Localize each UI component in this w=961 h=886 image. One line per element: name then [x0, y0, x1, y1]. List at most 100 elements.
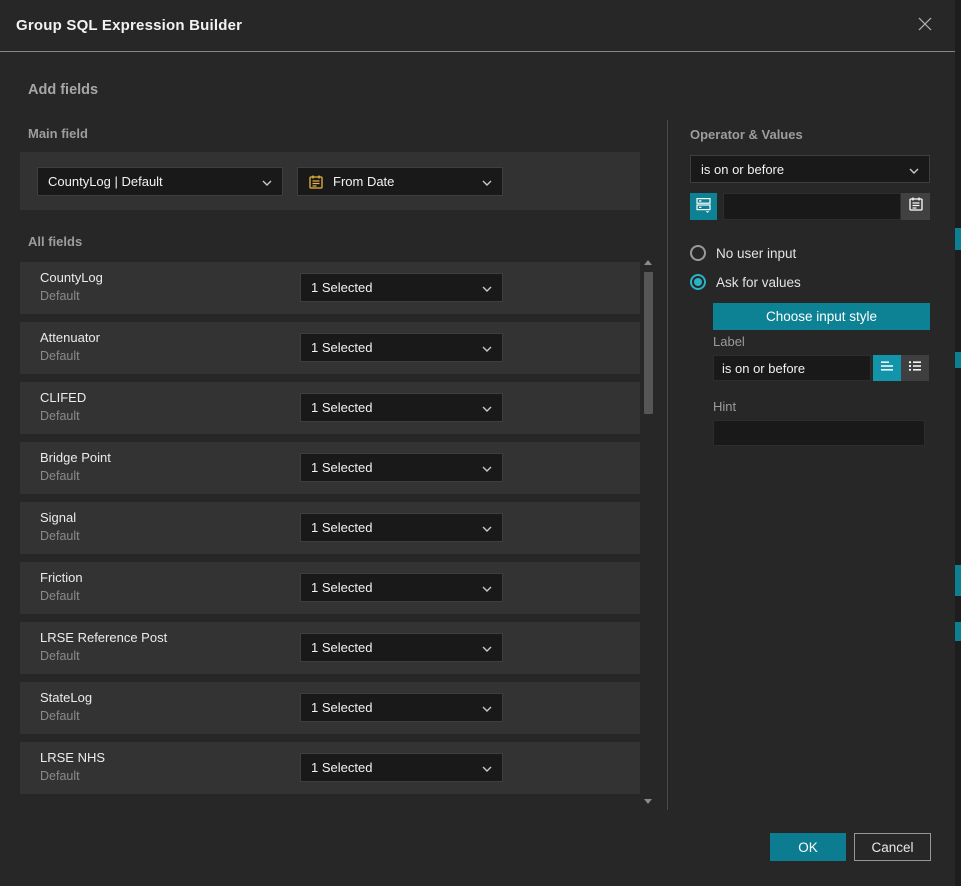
radio-label: No user input [716, 246, 796, 261]
radio-no-user-input[interactable]: No user input [690, 245, 796, 261]
chevron-down-icon [482, 280, 492, 295]
scrollbar-thumb[interactable] [644, 272, 653, 414]
field-subtitle: Default [40, 529, 80, 543]
field-name: Bridge Point [40, 450, 111, 465]
layer-select[interactable]: CountyLog | Default [37, 167, 283, 196]
close-icon [915, 14, 935, 39]
field-row-signal: Signal Default 1 Selected [20, 502, 640, 554]
choose-input-style-button[interactable]: Choose input style [713, 303, 930, 330]
background-accent-sliver [955, 622, 961, 641]
all-fields-label: All fields [28, 234, 82, 249]
field-name: CLIFED [40, 390, 86, 405]
add-fields-heading: Add fields [28, 82, 98, 98]
field-subtitle: Default [40, 649, 80, 663]
field-selection-dropdown[interactable]: 1 Selected [300, 333, 503, 362]
scroll-up-arrow-icon[interactable] [644, 260, 652, 265]
field-selection-dropdown[interactable]: 1 Selected [300, 513, 503, 542]
ok-button[interactable]: OK [770, 833, 846, 861]
chevron-down-icon [482, 700, 492, 715]
chevron-down-icon [262, 174, 272, 189]
cancel-button[interactable]: Cancel [854, 833, 931, 861]
chevron-down-icon [482, 580, 492, 595]
chevron-down-icon [482, 340, 492, 355]
value-input-type-button[interactable] [690, 193, 717, 220]
close-button[interactable] [912, 13, 938, 39]
field-row-countylog: CountyLog Default 1 Selected [20, 262, 640, 314]
field-selection-value: 1 Selected [311, 460, 476, 475]
field-subtitle: Default [40, 469, 80, 483]
field-subtitle: Default [40, 289, 80, 303]
field-selection-value: 1 Selected [311, 280, 476, 295]
label-input[interactable] [713, 355, 871, 381]
single-line-style-button[interactable] [873, 355, 901, 381]
calendar-icon [908, 196, 924, 217]
value-input[interactable] [723, 193, 901, 220]
field-selection-value: 1 Selected [311, 400, 476, 415]
field-selection-dropdown[interactable]: 1 Selected [300, 273, 503, 302]
field-selection-value: 1 Selected [311, 700, 476, 715]
radio-circle[interactable] [690, 245, 706, 261]
stacked-input-rows-icon [695, 196, 712, 218]
background-app-edge [955, 0, 961, 886]
hint-caption: Hint [713, 399, 736, 414]
field-subtitle: Default [40, 589, 80, 603]
background-accent-sliver [955, 228, 961, 250]
main-field-select-value: From Date [333, 174, 476, 189]
layer-select-value: CountyLog | Default [48, 174, 256, 189]
field-selection-dropdown[interactable]: 1 Selected [300, 693, 503, 722]
field-selection-value: 1 Selected [311, 580, 476, 595]
field-subtitle: Default [40, 709, 80, 723]
align-left-icon [879, 358, 895, 379]
chevron-down-icon [909, 162, 919, 177]
field-selection-dropdown[interactable]: 1 Selected [300, 633, 503, 662]
bulleted-list-icon [907, 358, 923, 379]
chevron-down-icon [482, 460, 492, 475]
field-subtitle: Default [40, 409, 80, 423]
field-name: StateLog [40, 690, 92, 705]
vertical-divider [667, 120, 668, 810]
field-row-lrse-nhs: LRSE NHS Default 1 Selected [20, 742, 640, 794]
operator-values-heading: Operator & Values [690, 127, 803, 142]
chevron-down-icon [482, 174, 492, 189]
chevron-down-icon [482, 400, 492, 415]
field-row-attenuator: Attenuator Default 1 Selected [20, 322, 640, 374]
main-field-select[interactable]: From Date [297, 167, 503, 196]
label-caption: Label [713, 334, 745, 349]
field-selection-dropdown[interactable]: 1 Selected [300, 573, 503, 602]
date-picker-button[interactable] [901, 193, 930, 220]
field-name: Attenuator [40, 330, 100, 345]
radio-label: Ask for values [716, 275, 801, 290]
background-accent-sliver [955, 352, 961, 368]
all-fields-list: CountyLog Default 1 Selected Attenuator … [20, 262, 640, 802]
dialog-title: Group SQL Expression Builder [16, 17, 242, 34]
scroll-down-arrow-icon[interactable] [644, 799, 652, 804]
field-name: Signal [40, 510, 76, 525]
list-style-button[interactable] [901, 355, 929, 381]
main-field-label: Main field [28, 126, 88, 141]
chevron-down-icon [482, 520, 492, 535]
field-row-bridge-point: Bridge Point Default 1 Selected [20, 442, 640, 494]
field-selection-value: 1 Selected [311, 340, 476, 355]
chevron-down-icon [482, 760, 492, 775]
list-scrollbar[interactable] [643, 258, 654, 806]
dialog-header: Group SQL Expression Builder [0, 0, 955, 52]
main-field-panel: CountyLog | Default From Date [20, 152, 640, 210]
group-sql-expression-builder-dialog: Group SQL Expression Builder Add fields … [0, 0, 961, 886]
field-selection-dropdown[interactable]: 1 Selected [300, 453, 503, 482]
field-selection-dropdown[interactable]: 1 Selected [300, 753, 503, 782]
chevron-down-icon [482, 640, 492, 655]
field-selection-value: 1 Selected [311, 520, 476, 535]
field-selection-dropdown[interactable]: 1 Selected [300, 393, 503, 422]
field-name: CountyLog [40, 270, 103, 285]
field-row-lrse-reference-post: LRSE Reference Post Default 1 Selected [20, 622, 640, 674]
background-accent-sliver [955, 565, 961, 596]
radio-circle[interactable] [690, 274, 706, 290]
operator-select[interactable]: is on or before [690, 155, 930, 183]
hint-input[interactable] [713, 420, 925, 446]
operator-select-value: is on or before [701, 162, 903, 177]
field-row-clifed: CLIFED Default 1 Selected [20, 382, 640, 434]
field-subtitle: Default [40, 769, 80, 783]
field-name: LRSE Reference Post [40, 630, 167, 645]
radio-ask-for-values[interactable]: Ask for values [690, 274, 801, 290]
field-selection-value: 1 Selected [311, 640, 476, 655]
